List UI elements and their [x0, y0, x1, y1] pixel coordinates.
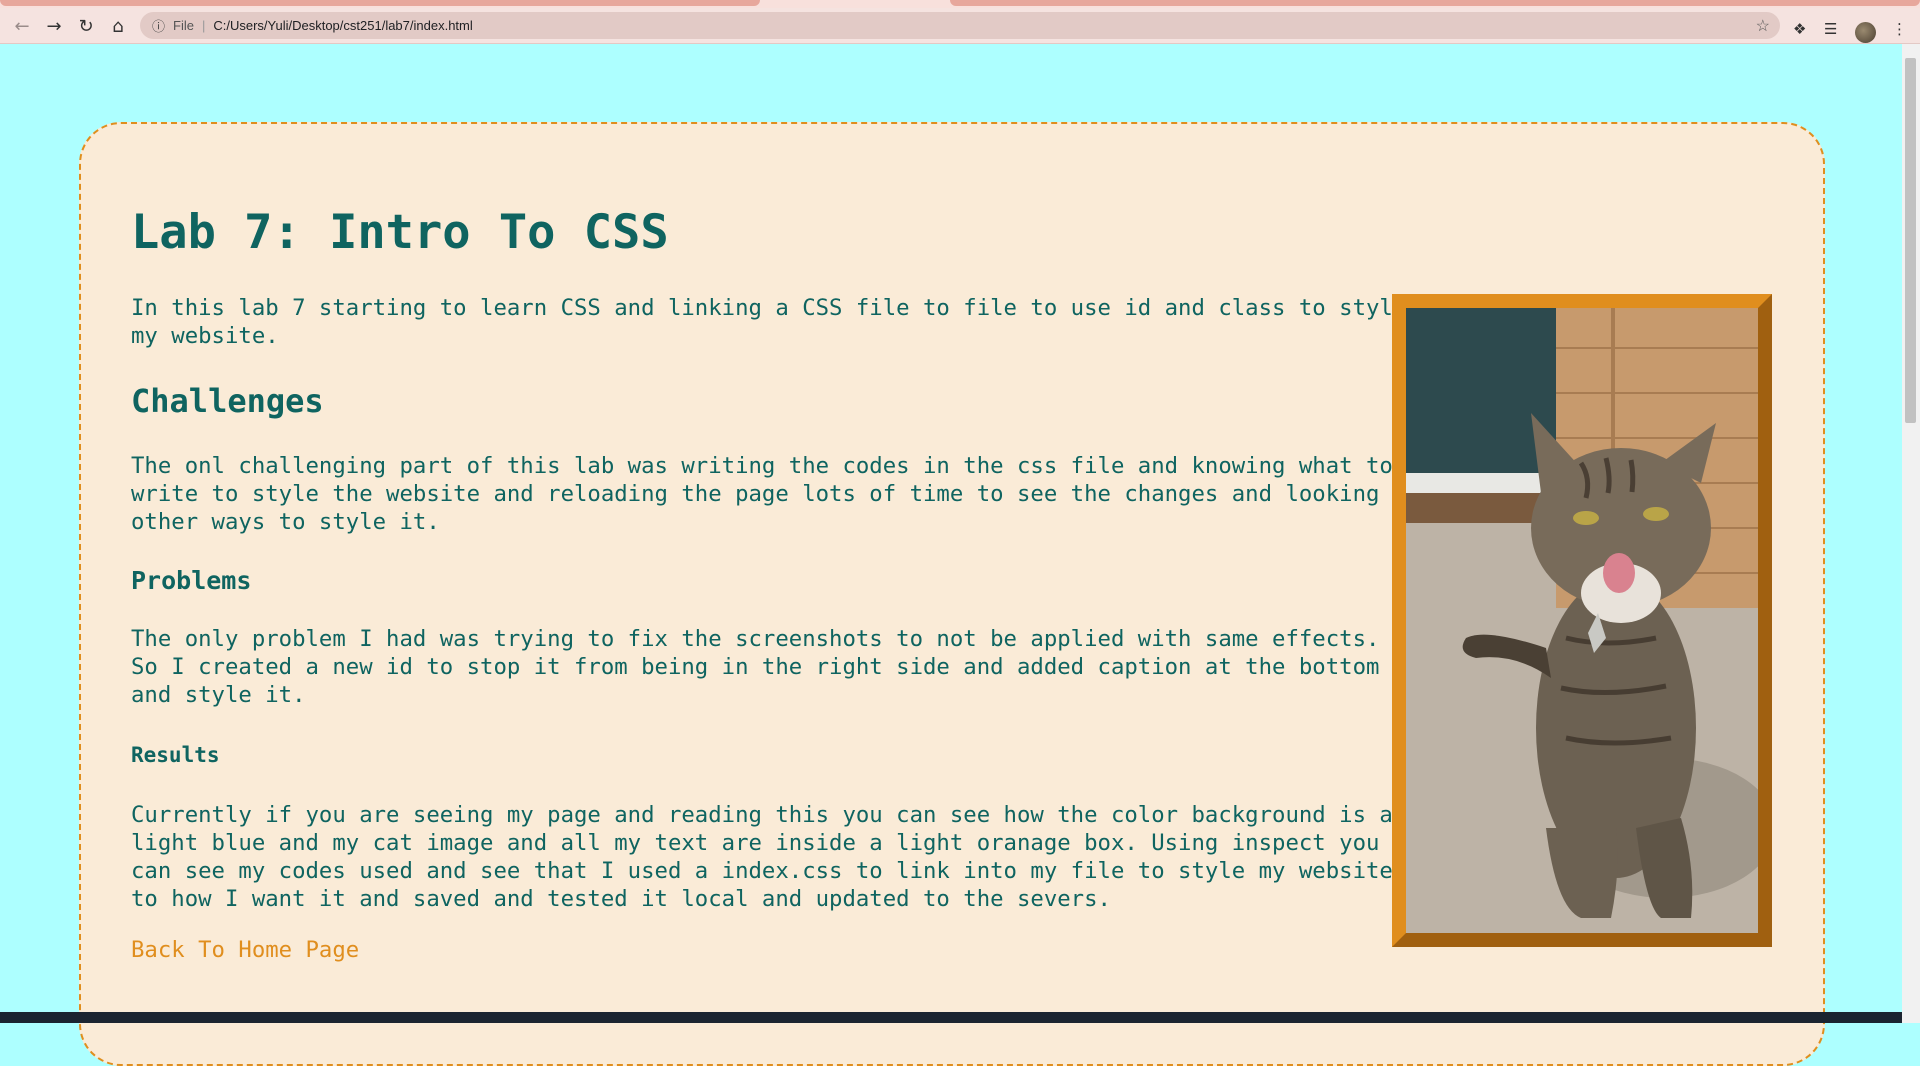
taskbar: [0, 1012, 1902, 1023]
back-to-home-link[interactable]: Back To Home Page: [131, 937, 359, 963]
separator: |: [201, 18, 206, 33]
intro-paragraph: In this lab 7 starting to learn CSS and …: [131, 295, 1407, 349]
problems-paragraph: The only problem I had was trying to fix…: [131, 626, 1380, 708]
scrollbar-thumb[interactable]: [1905, 58, 1916, 423]
back-arrow-icon[interactable]: ←: [8, 12, 36, 40]
tab[interactable]: [950, 0, 1920, 6]
home-icon[interactable]: ⌂: [104, 12, 132, 40]
info-icon[interactable]: ⓘ: [152, 16, 165, 35]
star-icon[interactable]: ☆: [1756, 16, 1770, 36]
browser-toolbar: ← → ↻ ⌂ ⓘ File | C:/Users/Yuli/Desktop/c…: [0, 8, 1920, 44]
page-title: Lab 7: Intro To CSS: [131, 205, 669, 260]
tab[interactable]: [0, 0, 760, 6]
address-bar[interactable]: ⓘ File | C:/Users/Yuli/Desktop/cst251/la…: [140, 12, 1780, 39]
media-queue-icon[interactable]: ☰: [1824, 20, 1837, 38]
challenges-paragraph: The onl challenging part of this lab was…: [131, 453, 1393, 535]
url-text[interactable]: C:/Users/Yuli/Desktop/cst251/lab7/index.…: [213, 18, 472, 33]
extensions-puzzle-icon[interactable]: ❖: [1793, 20, 1806, 38]
menu-dots-icon[interactable]: ⋮: [1892, 20, 1907, 38]
problems-heading: Problems: [131, 566, 252, 595]
challenges-heading: Challenges: [131, 382, 324, 420]
reload-icon[interactable]: ↻: [72, 12, 100, 40]
forward-arrow-icon[interactable]: →: [40, 12, 68, 40]
tab-strip: [0, 0, 1920, 8]
profile-avatar[interactable]: [1855, 22, 1876, 43]
results-paragraph: Currently if you are seeing my page and …: [131, 802, 1393, 912]
cat-photo: [1392, 294, 1772, 947]
file-label: File: [173, 18, 194, 33]
results-heading: Results: [131, 743, 220, 767]
